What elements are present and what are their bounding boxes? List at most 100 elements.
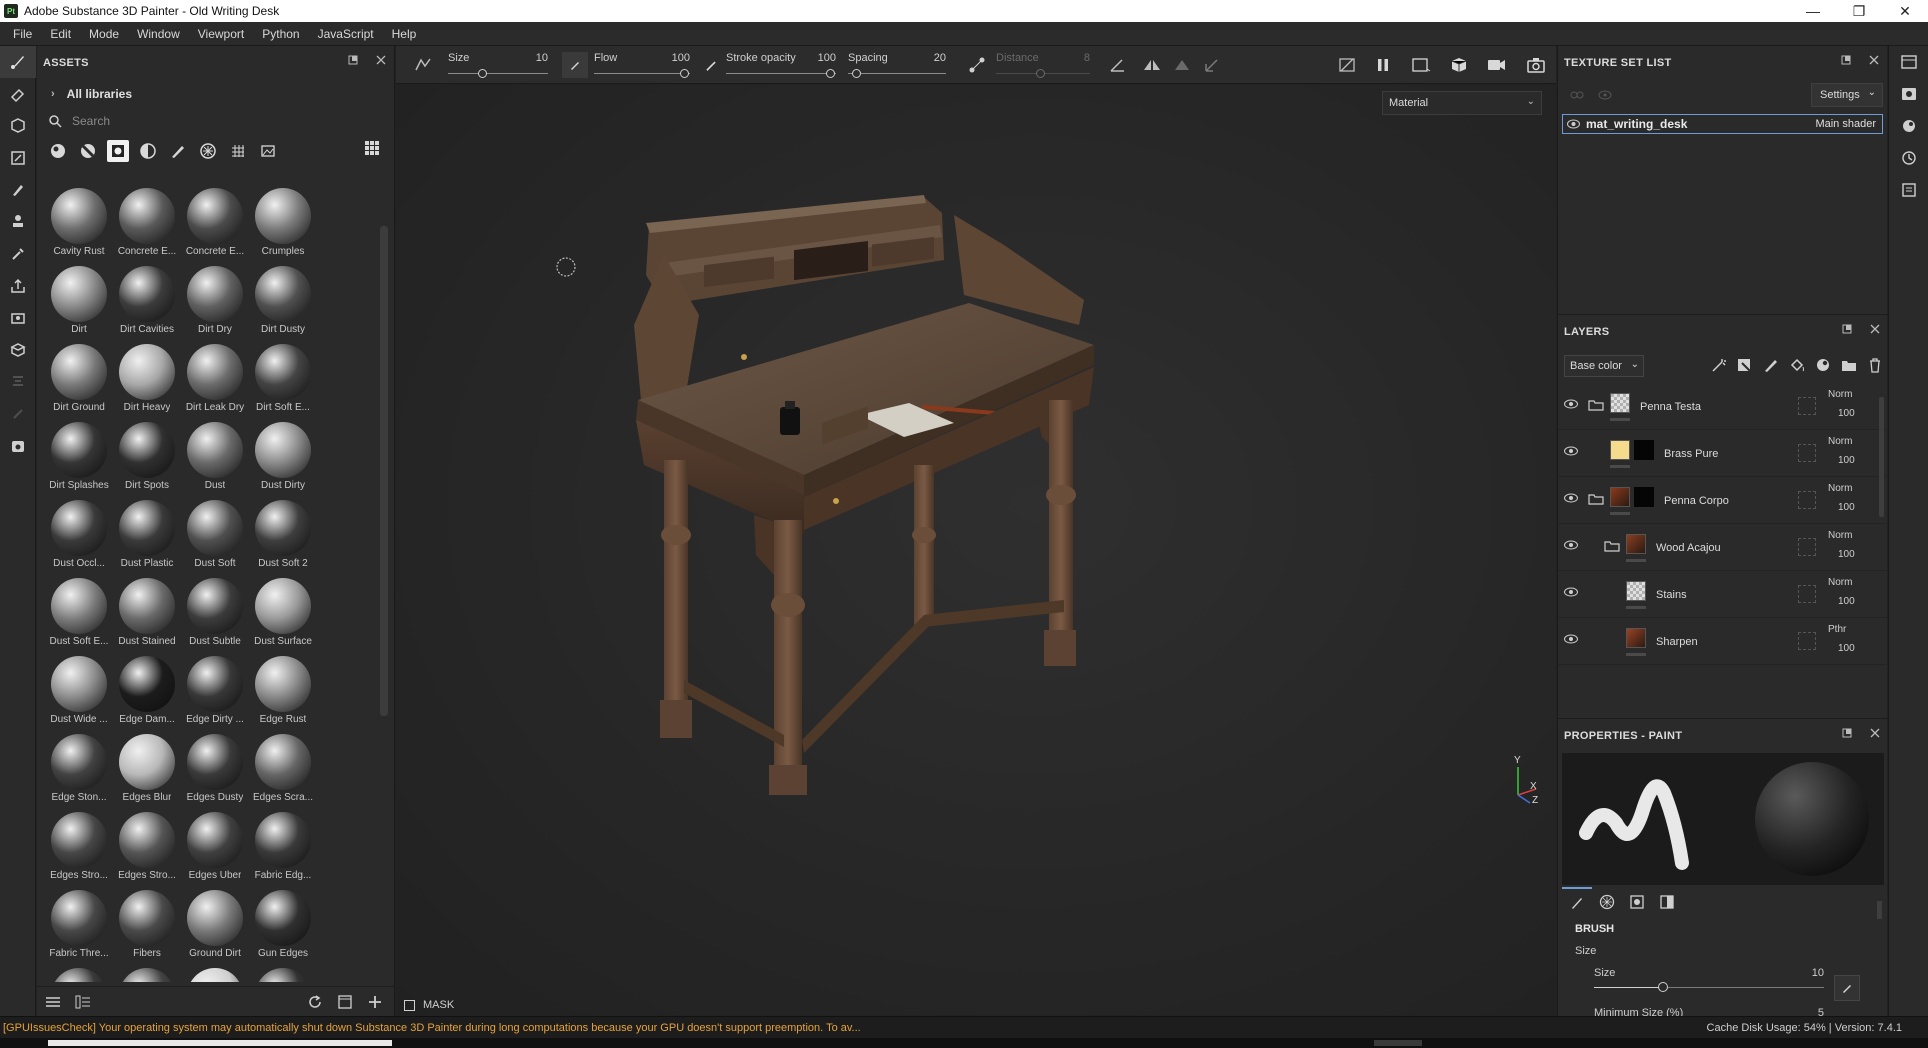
tab-material[interactable] xyxy=(1652,887,1682,917)
filter-materials-button[interactable] xyxy=(47,140,69,162)
plus-icon[interactable] xyxy=(367,994,383,1010)
link-off-icon[interactable] xyxy=(1570,89,1584,101)
clone-tool-button[interactable] xyxy=(0,206,36,238)
eraser-tool-button[interactable] xyxy=(0,78,36,110)
paint-tool-button[interactable] xyxy=(0,46,36,78)
add-paint-layer-icon[interactable] xyxy=(1762,357,1780,373)
settings-dropdown[interactable]: Settings ⌄ xyxy=(1811,83,1883,107)
asset-item[interactable]: Ground Dirt xyxy=(181,884,249,962)
layer-opacity[interactable]: 100 xyxy=(1838,455,1855,466)
asset-item[interactable]: Dust xyxy=(181,416,249,494)
layer-mask-slot[interactable] xyxy=(1798,538,1816,556)
angle-icon[interactable] xyxy=(1108,56,1128,74)
writing-desk-model[interactable] xyxy=(624,175,1144,795)
asset-item[interactable]: Dirt Cavities xyxy=(113,260,181,338)
asset-item[interactable]: Dust Surface xyxy=(249,572,317,650)
layer-mask-slot[interactable] xyxy=(1798,585,1816,603)
texture-set-shader[interactable]: Main shader xyxy=(1815,118,1876,130)
display-mode-cube-icon[interactable] xyxy=(1450,56,1468,74)
layer-opacity[interactable]: 100 xyxy=(1838,502,1855,513)
layer-blend-mode[interactable]: Norm xyxy=(1828,436,1852,447)
asset-item[interactable]: Dust Plastic xyxy=(113,494,181,572)
layer-blend-mode[interactable]: Pthr xyxy=(1828,624,1846,635)
filter-smart-masks-button[interactable] xyxy=(107,140,129,162)
layer-row[interactable]: Sharpen Pthr 100 xyxy=(1558,618,1888,665)
layer-mask-thumbnail[interactable] xyxy=(1634,440,1654,460)
details-view-icon[interactable] xyxy=(75,995,91,1009)
layer-mask-slot[interactable] xyxy=(1798,397,1816,415)
layer-row[interactable]: Wood Acajou Norm 100 xyxy=(1558,524,1888,571)
size-knob[interactable] xyxy=(478,68,487,78)
stroke-opacity-knob[interactable] xyxy=(826,68,835,78)
filter-filters-button[interactable] xyxy=(137,140,159,162)
asset-item[interactable] xyxy=(113,962,181,982)
search-input[interactable] xyxy=(72,114,322,128)
asset-item[interactable] xyxy=(181,962,249,982)
menu-python[interactable]: Python xyxy=(253,27,308,41)
layer-blend-mode[interactable]: Norm xyxy=(1828,483,1852,494)
close-icon[interactable] xyxy=(1869,55,1879,65)
asset-item[interactable]: Dirt Dry xyxy=(181,260,249,338)
menu-help[interactable]: Help xyxy=(383,27,426,41)
taskbar-item[interactable] xyxy=(48,1040,392,1046)
menu-viewport[interactable]: Viewport xyxy=(189,27,253,41)
asset-item[interactable]: Dust Soft E... xyxy=(45,572,113,650)
list-view-icon[interactable] xyxy=(45,995,61,1009)
dock-display-settings-button[interactable] xyxy=(1889,78,1928,110)
maximize-button[interactable]: ❐ xyxy=(1836,0,1882,22)
undock-icon[interactable] xyxy=(348,55,358,65)
tab-brush[interactable] xyxy=(1562,887,1592,917)
filter-environments-button[interactable] xyxy=(257,140,279,162)
flow-pen-pressure-icon[interactable] xyxy=(704,58,718,72)
folder-icon[interactable] xyxy=(1604,540,1620,552)
add-smart-material-icon[interactable] xyxy=(1814,357,1832,373)
asset-item[interactable]: Fibers xyxy=(113,884,181,962)
layer-opacity[interactable]: 100 xyxy=(1838,549,1855,560)
asset-item[interactable]: Dirt xyxy=(45,260,113,338)
tab-stencil[interactable] xyxy=(1622,887,1652,917)
undock-icon[interactable] xyxy=(1842,728,1852,738)
asset-item[interactable]: Cavity Rust xyxy=(45,182,113,260)
asset-item[interactable]: Dirt Splashes xyxy=(45,416,113,494)
menu-file[interactable]: File xyxy=(4,27,41,41)
close-icon[interactable] xyxy=(1870,324,1880,334)
new-window-icon[interactable] xyxy=(337,994,353,1010)
smudge-tool-button[interactable] xyxy=(0,174,36,206)
eye-off-icon[interactable] xyxy=(1598,89,1612,101)
add-fill-layer-icon[interactable] xyxy=(1788,357,1806,373)
layer-blend-mode[interactable]: Norm xyxy=(1828,530,1852,541)
asset-item[interactable]: Dust Subtle xyxy=(181,572,249,650)
spacing-slider[interactable]: Spacing 20 xyxy=(848,48,946,82)
folder-icon[interactable] xyxy=(1588,399,1604,411)
screenshot-icon[interactable] xyxy=(1526,56,1546,74)
add-folder-icon[interactable] xyxy=(1840,357,1858,373)
eye-icon[interactable] xyxy=(1567,119,1580,129)
symmetry-options-icon[interactable] xyxy=(1172,56,1192,74)
asset-item[interactable]: Edges Scra... xyxy=(249,728,317,806)
layer-opacity[interactable]: 100 xyxy=(1838,408,1855,419)
asset-item[interactable]: Edge Dam... xyxy=(113,650,181,728)
measure-tool-button[interactable] xyxy=(0,430,36,462)
add-mask-icon[interactable] xyxy=(1736,357,1754,373)
undock-icon[interactable] xyxy=(1841,55,1851,65)
geometry-mask-button[interactable] xyxy=(0,142,36,174)
asset-item[interactable]: Dirt Dusty xyxy=(249,260,317,338)
layer-opacity[interactable]: 100 xyxy=(1838,643,1855,654)
asset-item[interactable]: Crumples xyxy=(249,182,317,260)
asset-item[interactable]: Dirt Spots xyxy=(113,416,181,494)
tab-alpha[interactable] xyxy=(1592,887,1622,917)
refresh-icon[interactable] xyxy=(307,994,323,1010)
taskbar-item[interactable] xyxy=(1374,1040,1422,1046)
filter-smart-materials-button[interactable] xyxy=(77,140,99,162)
camera-video-icon[interactable] xyxy=(1486,56,1508,74)
menu-javascript[interactable]: JavaScript xyxy=(309,27,383,41)
filter-particles-button[interactable] xyxy=(197,140,219,162)
asset-item[interactable]: Edge Ston... xyxy=(45,728,113,806)
asset-item[interactable]: Gun Edges xyxy=(249,884,317,962)
mask-checkbox[interactable] xyxy=(404,999,415,1011)
menu-edit[interactable]: Edit xyxy=(41,27,80,41)
brush-size-knob[interactable] xyxy=(1658,982,1668,992)
spacing-knob[interactable] xyxy=(852,68,861,78)
distance-knob[interactable] xyxy=(1036,68,1045,78)
asset-item[interactable]: Dust Dirty xyxy=(249,416,317,494)
